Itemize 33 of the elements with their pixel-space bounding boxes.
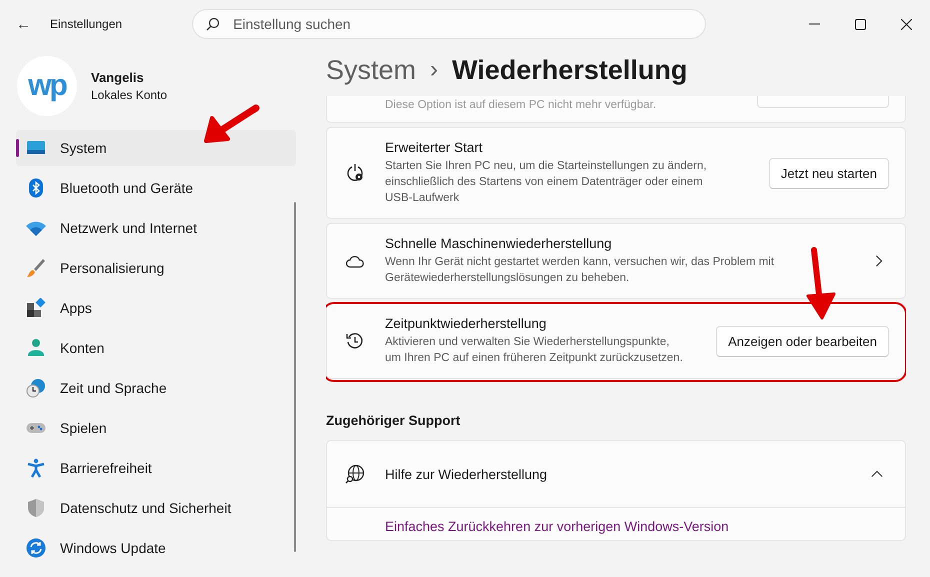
sidebar-item[interactable]: Personalisierung <box>16 250 296 286</box>
section-heading: Zugehöriger Support <box>326 413 462 428</box>
card-title: Zeitpunktwiederherstellung <box>385 316 548 331</box>
sidebar-item[interactable]: Datenschutz und Sicherheit <box>16 490 296 526</box>
card-description: Starten Sie Ihren PC neu, um die Starteinstellungen zu ändern, einschließlich des Startens von einem Datenträger oder einem USB-Laufwerk <box>385 159 708 206</box>
sidebar-item[interactable]: System <box>16 130 296 166</box>
card-description: Aktivieren und verwalten Sie Wiederherstellungspunkte, um Ihren PC auf einen früheren Zeitpunkt zurückzusetzen. <box>385 335 684 366</box>
sidebar-item[interactable]: Konten <box>16 330 296 366</box>
card-description: Diese Option ist auf diesem PC nicht mehr verfügbar. <box>385 98 656 113</box>
card-title: Schnelle Maschinenwiederherstellung <box>385 236 613 251</box>
window-title: Einstellungen <box>50 17 122 31</box>
page-title: Wiederherstellung <box>452 54 688 86</box>
expander-header[interactable]: Hilfe zur Wiederherstellung <box>327 441 905 507</box>
breadcrumb-separator: › <box>430 56 438 84</box>
sidebar-item[interactable]: Barrierefreiheit <box>16 450 296 486</box>
sidebar-item[interactable]: Netzwerk und Internet <box>16 210 296 246</box>
sidebar-item[interactable]: Zeit und Sprache <box>16 370 296 406</box>
action-button[interactable]: Anzeigen oder bearbeiten <box>716 326 889 356</box>
card-title: Erweiterter Start <box>385 140 484 155</box>
sidebar-item[interactable]: Apps <box>16 290 296 326</box>
sidebar-item[interactable]: Spielen <box>16 410 296 446</box>
account-type: Lokales Konto <box>91 88 168 102</box>
breadcrumb-link[interactable]: System <box>326 54 416 86</box>
sidebar-item[interactable]: Bluetooth und Geräte <box>16 170 296 206</box>
settings-card[interactable]: Schnelle Maschinenwiederherstellung Wenn Ihr Gerät nicht gestartet werden kann, versuchen wir, das Problem mit Gerätewiederherstellungslösungen zu beheben. <box>326 223 906 299</box>
sidebar-item[interactable]: Windows Update <box>16 530 296 566</box>
user-name: Vangelis <box>91 70 145 85</box>
help-link[interactable]: Einfaches Zurückkehren zur vorherigen Windows-Version <box>385 519 729 534</box>
avatar: wp <box>17 56 77 116</box>
action-button[interactable]: Jetzt neu starten <box>768 158 889 188</box>
card-description: Wenn Ihr Gerät nicht gestartet werden kann, versuchen wir, das Problem mit Gerätewiederherstellungslösungen zu beheben. <box>385 255 776 286</box>
back-button[interactable]: ← <box>16 16 36 32</box>
search-field[interactable]: Einstellung suchen <box>192 9 706 39</box>
